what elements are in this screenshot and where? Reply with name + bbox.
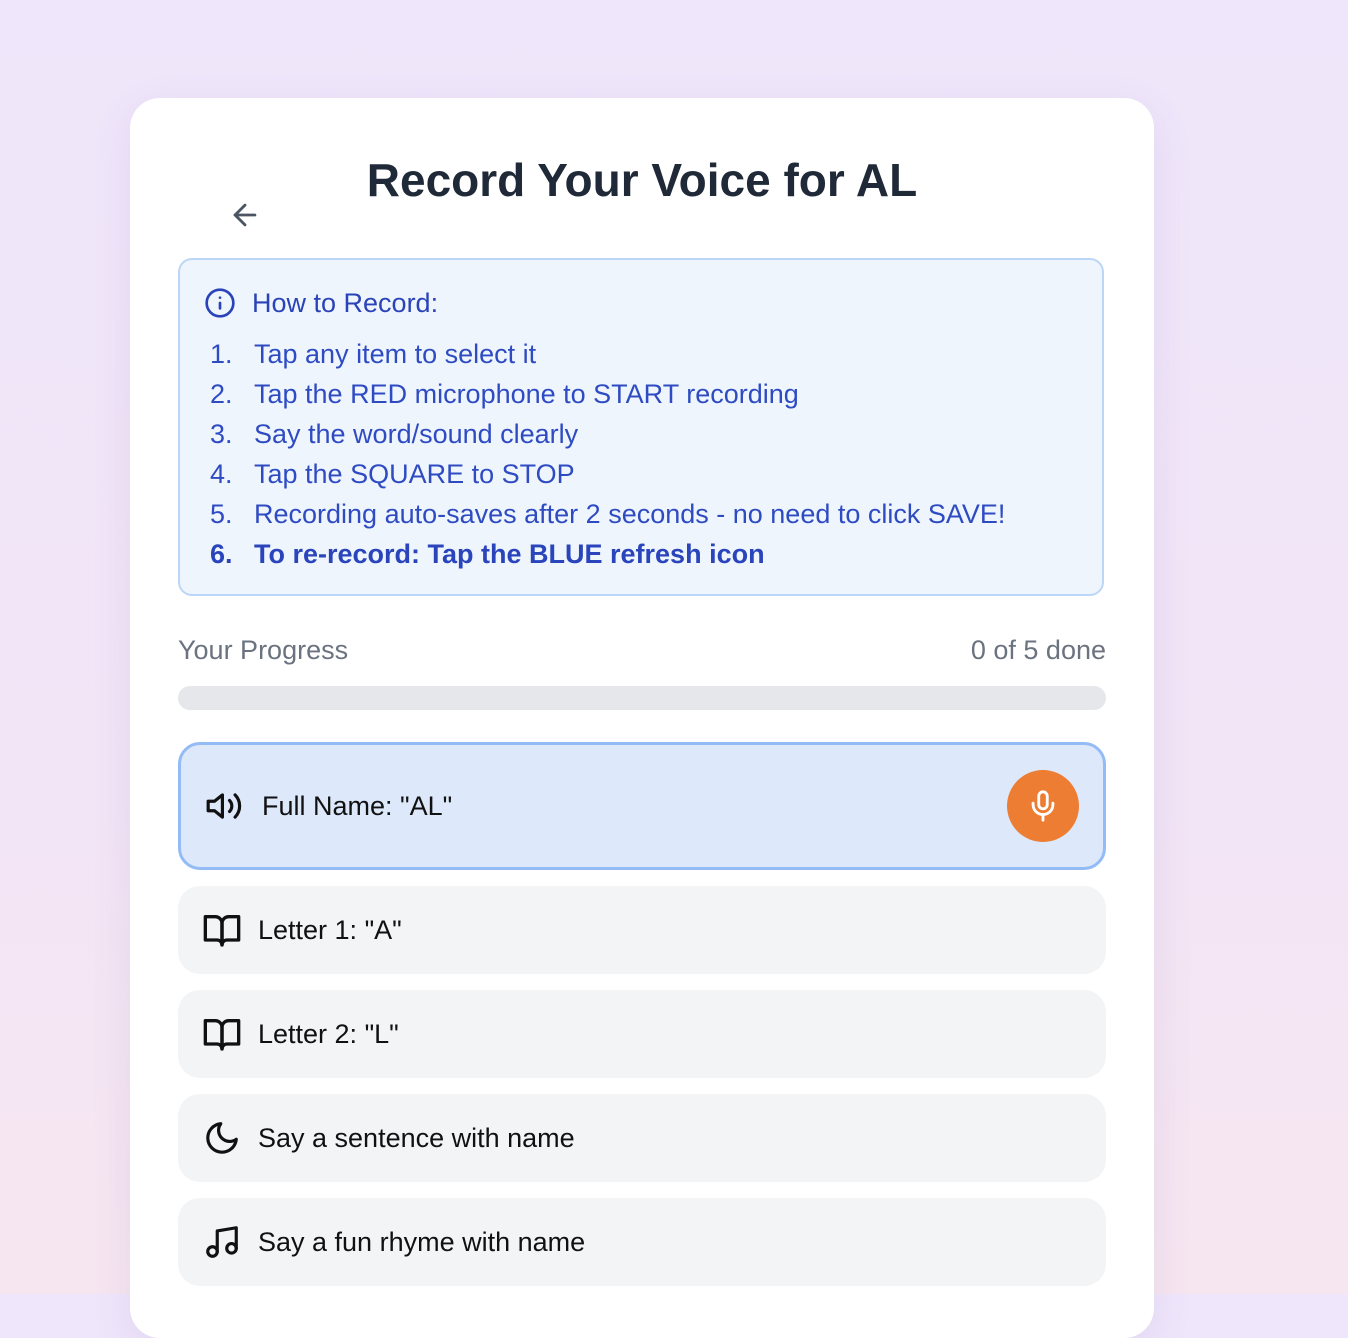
- page-title: Record Your Voice for AL: [366, 154, 918, 206]
- info-icon: [205, 288, 235, 318]
- record-item-letter-1[interactable]: Letter 1: "A": [178, 886, 1106, 974]
- record-item-label: Full Name: "AL": [262, 791, 453, 821]
- record-item-label: Say a sentence with name: [258, 1123, 575, 1153]
- record-voice-card: Record Your Voice for AL How to Record: …: [130, 98, 1154, 1338]
- record-item-label: Letter 2: "L": [258, 1019, 399, 1049]
- record-item-sentence[interactable]: Say a sentence with name: [178, 1094, 1106, 1182]
- music-note-icon: [202, 1222, 242, 1262]
- step-text: Say the word/sound clearly: [254, 419, 579, 449]
- instructions-panel: How to Record: 1. Tap any item to select …: [178, 258, 1104, 596]
- step-number: 3.: [210, 419, 233, 449]
- record-item-label: Letter 1: "A": [258, 915, 402, 945]
- instruction-step: 3. Say the word/sound clearly: [210, 414, 1005, 454]
- record-microphone-button[interactable]: [1007, 770, 1079, 842]
- step-number: 6.: [210, 539, 233, 569]
- record-item-letter-2[interactable]: Letter 2: "L": [178, 990, 1106, 1078]
- step-text: Tap any item to select it: [254, 339, 537, 369]
- instruction-step: 5. Recording auto-saves after 2 seconds -…: [210, 494, 1005, 534]
- progress-label: Your Progress: [178, 635, 349, 665]
- step-text: Recording auto-saves after 2 seconds - n…: [254, 499, 1006, 529]
- step-number: 5.: [210, 499, 233, 529]
- record-item-rhyme[interactable]: Say a fun rhyme with name: [178, 1198, 1106, 1286]
- instruction-step: 2. Tap the RED microphone to START record…: [210, 374, 1005, 414]
- book-open-icon: [202, 1014, 242, 1054]
- microphone-icon: [1031, 790, 1055, 822]
- step-text: To re-record: Tap the BLUE refresh icon: [254, 539, 765, 569]
- speaker-icon: [204, 786, 244, 826]
- book-open-icon: [202, 910, 242, 950]
- instructions-title: How to Record:: [252, 288, 439, 318]
- instructions-list: 1. Tap any item to select it 2. Tap the RE…: [210, 334, 1005, 574]
- record-item-label: Say a fun rhyme with name: [258, 1227, 586, 1257]
- instruction-step: 6. To re-record: Tap the BLUE refresh ico…: [210, 534, 1005, 574]
- progress-count: 0 of 5 done: [970, 635, 1106, 665]
- step-number: 4.: [210, 459, 233, 489]
- step-text: Tap the SQUARE to STOP: [254, 459, 575, 489]
- step-text: Tap the RED microphone to START recordin…: [254, 379, 799, 409]
- record-item-full-name[interactable]: Full Name: "AL": [178, 742, 1106, 870]
- progress-bar: [178, 686, 1106, 710]
- moon-icon: [202, 1118, 242, 1158]
- instruction-step: 4. Tap the SQUARE to STOP: [210, 454, 1005, 494]
- instruction-step: 1. Tap any item to select it: [210, 334, 1005, 374]
- instructions-header: How to Record:: [204, 286, 438, 320]
- step-number: 1.: [210, 339, 233, 369]
- step-number: 2.: [210, 379, 233, 409]
